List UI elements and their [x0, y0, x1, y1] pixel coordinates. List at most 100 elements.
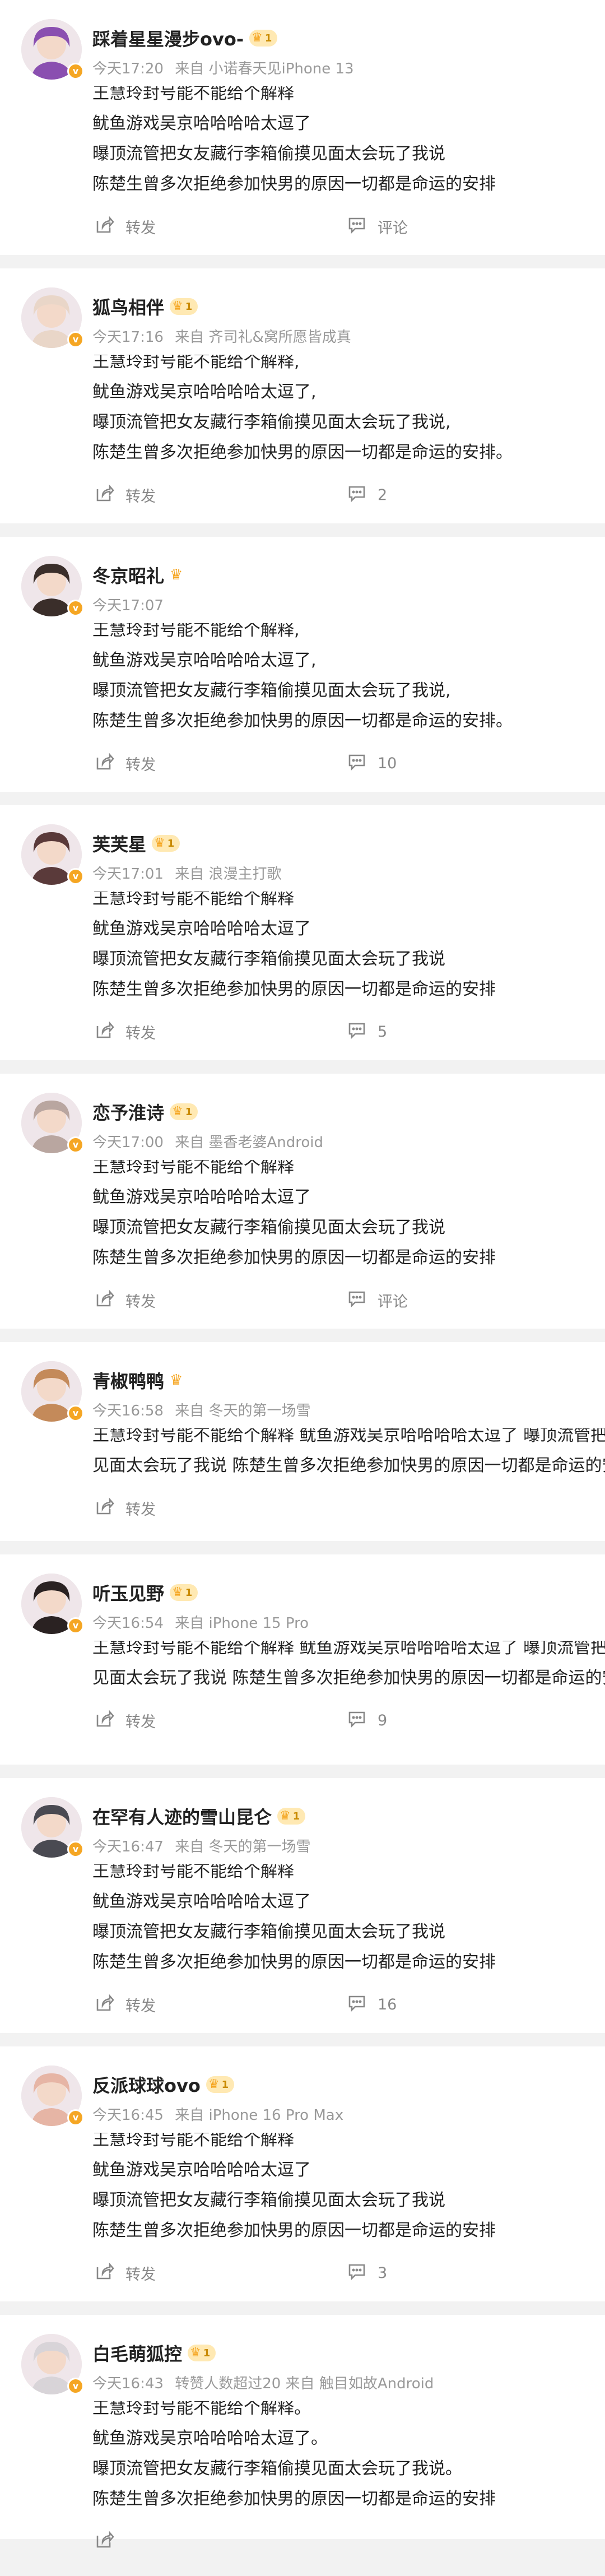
comment-card: v 踩着星星漫步ovo- ♛ 1 今天17:20 来自 小诺春天见iPhone 1… [0, 0, 605, 255]
post-meta: 今天17:20 来自 小诺春天见iPhone 13 [92, 57, 361, 78]
forward-button[interactable]: 转发 [95, 484, 156, 507]
forward-button[interactable]: 转发 [95, 2262, 156, 2285]
level-number: 1 [185, 1586, 193, 1599]
username[interactable]: 芙芙星 [92, 830, 146, 856]
comment-text-line: 鱿鱼游戏吴京哈哈哈哈太逗了, [92, 651, 317, 670]
username[interactable]: 青椒鸭鸭 [92, 1367, 164, 1393]
comment-icon [347, 1020, 378, 1043]
forward-button[interactable]: 转发 [95, 215, 156, 238]
post-source: 来自 iPhone 15 Pro [175, 1615, 309, 1632]
username[interactable]: 狐鸟相伴 [92, 294, 164, 319]
avatar[interactable]: v [21, 824, 84, 886]
verified-icon: v [67, 1841, 84, 1858]
crown-icon[interactable]: ♛ [170, 1372, 183, 1389]
post-meta: 今天17:16 来自 齐司礼&窝所愿皆成真 [92, 326, 358, 346]
comment-text-line: 鱿鱼游戏吴京哈哈哈哈太逗了 [92, 114, 311, 133]
member-level-badge[interactable]: ♛ 1 [170, 298, 198, 315]
verified-icon: v [67, 331, 84, 348]
comment-card: v 狐鸟相伴 ♛ 1 今天17:16 来自 齐司礼&窝所愿皆成真 王慧玲封号能不能… [0, 268, 605, 523]
comment-card: v 在罕有人迹的雪山昆仑 ♛ 1 今天16:47 来自 冬天的第一场雪 王慧玲封号… [0, 1778, 605, 2033]
crown-icon[interactable]: ♛ [170, 567, 183, 583]
comment-button[interactable]: 9 [347, 1709, 387, 1732]
avatar[interactable]: v [21, 1797, 84, 1859]
comment-text-line: 鱿鱼游戏吴京哈哈哈哈太逗了 [92, 1187, 311, 1207]
forward-button[interactable]: 转发 [95, 1289, 156, 1312]
forward-label: 转发 [125, 1998, 156, 2015]
crown-icon: ♛ [190, 2346, 201, 2360]
comment-text-line: 曝顶流管把女友藏行李箱偷摸见面太会玩了我说 [92, 1218, 445, 1237]
comment-button[interactable]: 评论 [347, 215, 408, 238]
forward-button[interactable]: 转发 [95, 752, 156, 775]
username[interactable]: 踩着星星漫步ovo- [92, 25, 244, 51]
member-level-badge[interactable]: ♛ 1 [152, 835, 180, 852]
comment-button[interactable]: 评论 [347, 1289, 408, 1312]
comment-button[interactable]: 5 [347, 1020, 387, 1043]
forward-icon [95, 2262, 125, 2285]
member-level-badge[interactable]: ♛ 1 [188, 2345, 216, 2361]
post-meta: 今天17:07 [92, 594, 177, 615]
comment-text-line: 陈楚生曾多次拒绝参加快男的原因一切都是命运的安排。 [92, 711, 513, 731]
post-meta: 今天16:58 来自 冬天的第一场雪 [92, 1399, 317, 1420]
comment-icon [347, 1993, 378, 2016]
username[interactable]: 白毛萌狐控 [92, 2340, 182, 2366]
avatar[interactable]: v [21, 1574, 84, 1635]
post-meta: 今天16:54 来自 iPhone 15 Pro [92, 1612, 315, 1632]
comment-count: 5 [378, 1023, 388, 1041]
avatar[interactable]: v [21, 2066, 84, 2127]
comment-text-line: 陈楚生曾多次拒绝参加快男的原因一切都是命运的安排 [92, 174, 496, 194]
comment-card: v 青椒鸭鸭 ♛ 今天16:58 来自 冬天的第一场雪 王慧玲封号能不能给个解释… [0, 1342, 605, 1541]
action-bar: 转发 [0, 1481, 605, 1543]
action-bar: 转发 16 [0, 1978, 605, 2039]
comment-text-line: 王慧玲封号能不能给个解释 [92, 86, 294, 103]
verified-icon: v [67, 1136, 84, 1153]
avatar[interactable]: v [21, 2334, 84, 2396]
comment-icon [347, 215, 378, 238]
username[interactable]: 反派球球ovo [92, 2072, 201, 2097]
crown-icon: ♛ [252, 31, 263, 45]
comment-text-line: 王慧玲封号能不能给个解释, [92, 355, 300, 372]
post-time: 今天17:01 [92, 866, 164, 883]
crown-icon: ♛ [172, 1104, 183, 1118]
forward-button[interactable]: 转发 [95, 1020, 156, 1043]
post-time: 今天16:54 [92, 1615, 164, 1632]
comment-button[interactable]: 10 [347, 752, 397, 775]
forward-icon [95, 1993, 125, 2016]
member-level-badge[interactable]: ♛ 1 [206, 2076, 235, 2093]
username[interactable]: 在罕有人迹的雪山昆仑 [92, 1803, 272, 1829]
level-number: 1 [203, 2347, 211, 2359]
username[interactable]: 冬京昭礼 [92, 562, 164, 588]
comment-button[interactable]: 3 [347, 2262, 387, 2285]
comment-card: v 听玉见野 ♛ 1 今天16:54 来自 iPhone 15 Pro 王慧玲封号… [0, 1554, 605, 1765]
member-level-badge[interactable]: ♛ 1 [277, 1808, 306, 1825]
username[interactable]: 听玉见野 [92, 1580, 164, 1605]
comment-icon [347, 2262, 378, 2285]
comment-icon [347, 484, 378, 507]
comment-body: 王慧玲封号能不能给个解释, 鱿鱼游戏吴京哈哈哈哈太逗了, 曝顶流管把女友藏行李箱偷摸… [0, 623, 605, 736]
avatar[interactable]: v [21, 287, 84, 349]
avatar[interactable]: v [21, 556, 84, 618]
post-time: 今天16:43 [92, 2375, 164, 2392]
forward-button[interactable]: 转发 [95, 1497, 156, 1520]
forward-button[interactable] [95, 2530, 125, 2553]
comment-text-line: 曝顶流管把女友藏行李箱偷摸见面太会玩了我说。 [92, 2459, 462, 2478]
action-bar [0, 2514, 605, 2576]
comment-text-line: 鱿鱼游戏吴京哈哈哈哈太逗了 [92, 2160, 311, 2180]
avatar[interactable]: v [21, 19, 84, 81]
comment-button[interactable]: 16 [347, 1993, 397, 2016]
forward-icon [95, 2530, 125, 2553]
forward-button[interactable]: 转发 [95, 1709, 156, 1732]
member-level-badge[interactable]: ♛ 1 [170, 1103, 198, 1120]
avatar[interactable]: v [21, 1361, 84, 1423]
member-level-badge[interactable]: ♛ 1 [249, 30, 278, 47]
comment-icon [347, 1709, 378, 1732]
avatar[interactable]: v [21, 1093, 84, 1154]
member-level-badge[interactable]: ♛ 1 [170, 1584, 198, 1601]
comment-button[interactable]: 2 [347, 484, 387, 507]
post-meta: 今天17:00 来自 墨香老婆Android [92, 1131, 330, 1152]
comment-text-line: 曝顶流管把女友藏行李箱偷摸见面太会玩了我说, [92, 681, 451, 700]
forward-button[interactable]: 转发 [95, 1993, 156, 2016]
comment-text-line: 鱿鱼游戏吴京哈哈哈哈太逗了 [92, 919, 311, 939]
comment-text-line: 陈楚生曾多次拒绝参加快男的原因一切都是命运的安排 [92, 1952, 496, 1972]
username[interactable]: 恋予淮诗 [92, 1099, 164, 1125]
crown-icon: ♛ [172, 299, 183, 313]
